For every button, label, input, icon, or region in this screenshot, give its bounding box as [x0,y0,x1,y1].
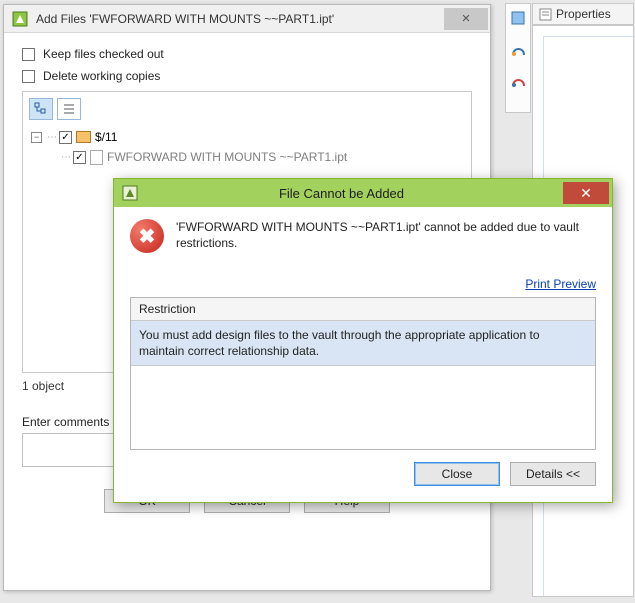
close-button[interactable]: Close [414,462,500,486]
keep-checked-out-checkbox[interactable] [22,48,35,61]
error-title: File Cannot be Added [120,186,563,201]
vault-app-icon [10,9,30,29]
error-message: 'FWFORWARD WITH MOUNTS ~~PART1.ipt' cann… [176,219,596,251]
delete-working-checkbox[interactable] [22,70,35,83]
tree-root-row[interactable]: − ⋯ ✓ $/11 [29,128,465,146]
list-icon [62,102,76,116]
add-files-title: Add Files 'FWFORWARD WITH MOUNTS ~~PART1… [36,12,444,26]
tool-icon-1[interactable] [510,10,527,27]
tree-icon [34,102,48,116]
folder-icon [76,131,91,143]
properties-icon [539,8,552,21]
restriction-row[interactable]: You must add design files to the vault t… [131,321,595,366]
restriction-header: Restriction [131,298,595,321]
tree-connector-icon: ⋯ [61,152,71,163]
restriction-table: Restriction You must add design files to… [130,297,596,450]
tree-view-button[interactable] [29,98,53,120]
properties-tab-label: Properties [556,7,611,21]
error-close-button[interactable]: ✕ [563,182,609,204]
delete-working-row[interactable]: Delete working copies [22,69,472,83]
tree-root-checkbox[interactable]: ✓ [59,131,72,144]
tree-child-row[interactable]: ⋯ ✓ FWFORWARD WITH MOUNTS ~~PART1.ipt [29,148,465,166]
delete-working-label: Delete working copies [43,69,160,83]
list-view-button[interactable] [57,98,81,120]
tree-root-label: $/11 [95,130,117,144]
tree-collapse-toggle[interactable]: − [31,132,42,143]
add-files-close-button[interactable]: × [444,8,488,30]
tree-connector-icon: ⋯ [47,132,57,143]
tree-child-label: FWFORWARD WITH MOUNTS ~~PART1.ipt [107,150,347,164]
error-dialog: File Cannot be Added ✕ ✖ 'FWFORWARD WITH… [113,178,613,503]
keep-checked-out-row[interactable]: Keep files checked out [22,47,472,61]
print-preview-link[interactable]: Print Preview [525,277,596,291]
tool-icon-3[interactable] [510,72,527,89]
add-files-titlebar: Add Files 'FWFORWARD WITH MOUNTS ~~PART1… [4,5,490,33]
side-toolbar [505,3,531,113]
properties-tab[interactable]: Properties [532,3,634,25]
tree-child-checkbox[interactable]: ✓ [73,151,86,164]
file-icon [90,150,103,165]
error-titlebar: File Cannot be Added ✕ [114,179,612,207]
details-button[interactable]: Details << [510,462,596,486]
tool-icon-2[interactable] [510,41,527,58]
keep-checked-out-label: Keep files checked out [43,47,164,61]
error-icon: ✖ [130,219,164,253]
